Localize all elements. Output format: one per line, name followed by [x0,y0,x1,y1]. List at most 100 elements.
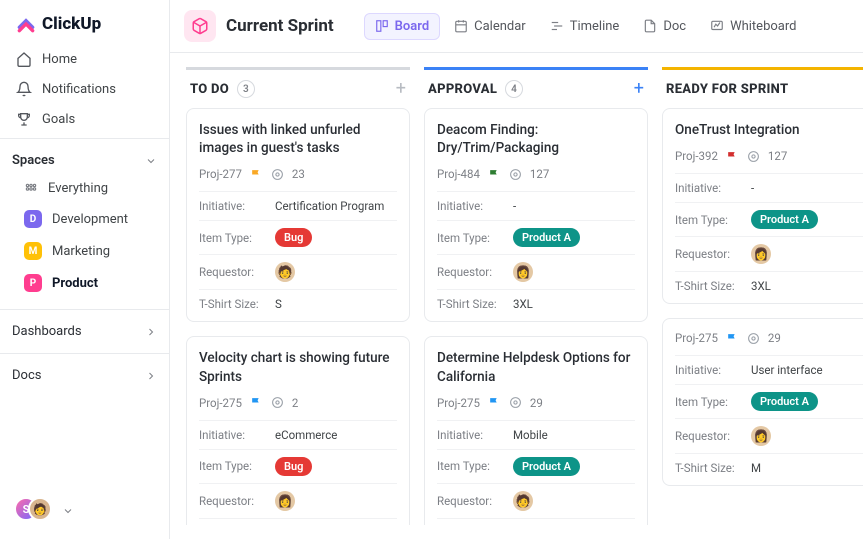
field-tshirt: T-Shirt Size: 3XL [675,271,863,293]
points: 29 [768,331,781,345]
spaces-section: Spaces Everything D Development M Market… [0,143,169,305]
field-label: T-Shirt Size: [437,297,505,311]
points-icon [747,332,760,345]
user-avatars[interactable]: S 🧑 [14,497,58,525]
field-value: Certification Program [275,199,384,213]
nav-notifications[interactable]: Notifications [4,74,165,104]
add-card-button[interactable]: + [634,80,644,98]
field-label: Item Type: [675,213,743,227]
nav-goals[interactable]: Goals [4,104,165,134]
task-card[interactable]: Velocity chart is showing future Sprints… [186,336,410,525]
brand-logo[interactable]: ClickUp [0,0,169,44]
sidebar-footer[interactable]: S 🧑 [0,483,169,539]
field-tshirt: T-Shirt Size: S [199,518,397,525]
points-icon [271,396,284,409]
task-card[interactable]: Deacom Finding: Dry/Trim/Packaging Proj-… [424,108,648,322]
flag-icon [250,396,263,409]
field-tshirt: T-Shirt Size: S [437,518,635,525]
card-title: Deacom Finding: Dry/Trim/Packaging [437,121,635,157]
field-label: Item Type: [437,459,505,473]
view-title[interactable]: Current Sprint [184,10,334,42]
nav-home[interactable]: Home [4,44,165,74]
sidebar: ClickUp Home Notifications Goals Spaces [0,0,170,539]
whiteboard-icon [710,19,724,33]
points: 127 [768,149,787,163]
space-label: Product [52,276,98,291]
field-value: S [275,297,282,311]
field-label: Initiative: [437,428,505,442]
nav-notifications-label: Notifications [42,82,116,97]
card-title: Issues with linked unfurled images in gu… [199,121,397,157]
column-header: APPROVAL 4 + [424,67,648,108]
item-type-tag: Bug [275,228,312,247]
flag-icon [488,168,501,181]
space-marketing[interactable]: M Marketing [12,235,157,267]
field-item-type: Item Type: Product A [675,202,863,229]
column-header: TO DO 3 + [186,67,410,108]
chevron-right-icon [145,326,157,338]
box-icon [184,10,216,42]
chevron-down-icon [62,505,74,517]
field-label: Requestor: [437,265,505,279]
topbar: Current Sprint Board Calendar Timeline [170,0,863,53]
view-timeline[interactable]: Timeline [540,14,630,39]
field-initiative: Initiative: - [437,191,635,213]
add-card-button[interactable]: + [396,80,406,98]
space-everything[interactable]: Everything [12,174,157,203]
field-tshirt: T-Shirt Size: 3XL [437,289,635,311]
board-column: TO DO 3 + Issues with linked unfurled im… [186,67,410,525]
task-card[interactable]: Proj-275 29 Initiative: User interface I… [662,318,863,486]
view-title-text: Current Sprint [226,16,334,36]
field-label: Requestor: [675,247,743,261]
field-value: - [751,181,754,195]
points: 29 [530,396,543,410]
view-calendar[interactable]: Calendar [444,14,536,39]
field-label: Initiative: [199,199,267,213]
points-icon [271,168,284,181]
dashboards-toggle[interactable]: Dashboards [0,314,169,349]
card-meta: Proj-275 2 [199,396,397,410]
space-badge: P [24,274,42,292]
bell-icon [16,81,32,97]
dashboards-label: Dashboards [12,324,82,339]
points-icon [747,150,760,163]
view-doc[interactable]: Doc [633,14,696,39]
field-label: Item Type: [199,231,267,245]
field-value: eCommerce [275,428,337,442]
card-title: Velocity chart is showing future Sprints [199,349,397,385]
view-calendar-label: Calendar [474,19,526,34]
home-icon [16,51,32,67]
space-development[interactable]: D Development [12,203,157,235]
field-label: Item Type: [675,395,743,409]
field-label: Item Type: [199,459,267,473]
column-title: TO DO [190,82,229,97]
spaces-toggle[interactable]: Spaces [12,153,157,168]
flag-icon [726,332,739,345]
chevron-down-icon [145,155,157,167]
space-label: Marketing [52,244,110,259]
project-id: Proj-275 [675,331,718,345]
main: Current Sprint Board Calendar Timeline [170,0,863,539]
card-list: Issues with linked unfurled images in gu… [186,108,410,525]
nav-goals-label: Goals [42,112,75,127]
project-id: Proj-484 [437,167,480,181]
view-whiteboard[interactable]: Whiteboard [700,14,806,39]
column-count: 3 [237,80,255,98]
view-doc-label: Doc [663,19,686,34]
field-item-type: Item Type: Bug [199,449,397,476]
card-list: OneTrust Integration Proj-392 127 Initia… [662,108,863,506]
board[interactable]: TO DO 3 + Issues with linked unfurled im… [170,53,863,539]
view-tabs: Board Calendar Timeline Doc Whiteboard [364,13,807,40]
task-card[interactable]: Determine Helpdesk Options for Californi… [424,336,648,525]
docs-toggle[interactable]: Docs [0,358,169,393]
space-product[interactable]: P Product [12,267,157,299]
field-initiative: Initiative: Certification Program [199,191,397,213]
project-id: Proj-392 [675,149,718,163]
task-card[interactable]: Issues with linked unfurled images in gu… [186,108,410,322]
card-meta: Proj-484 127 [437,167,635,181]
view-board[interactable]: Board [364,13,440,40]
task-card[interactable]: OneTrust Integration Proj-392 127 Initia… [662,108,863,304]
avatar: 🧑 [513,491,533,511]
space-badge: D [24,210,42,228]
field-tshirt: T-Shirt Size: M [675,453,863,475]
